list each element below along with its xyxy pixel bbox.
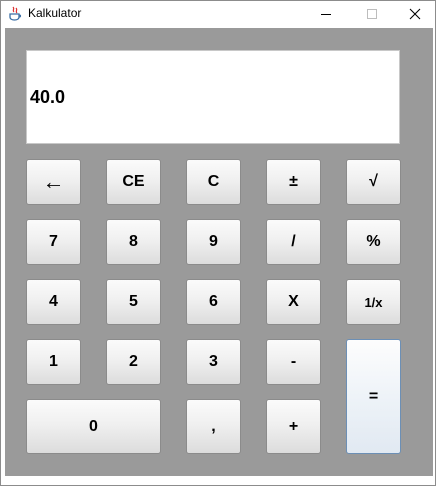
digit-5-button[interactable]: 5 (106, 279, 161, 325)
java-app-icon (9, 6, 22, 21)
clear-entry-button[interactable]: CE (106, 159, 161, 205)
digit-8-button[interactable]: 8 (106, 219, 161, 265)
divide-button[interactable]: / (266, 219, 321, 265)
maximize-button[interactable] (349, 1, 395, 27)
maximize-icon (367, 9, 377, 19)
digit-6-button[interactable]: 6 (186, 279, 241, 325)
clear-button[interactable]: C (186, 159, 241, 205)
minus-button[interactable]: - (266, 339, 321, 385)
calculator-panel: 40.0 ← CE C ± √ 7 8 9 / % 4 5 6 X 1/x 1 … (5, 28, 433, 476)
window-title: Kalkulator (28, 6, 82, 20)
digit-0-button[interactable]: 0 (26, 399, 161, 454)
digit-1-button[interactable]: 1 (26, 339, 81, 385)
reciprocal-button[interactable]: 1/x (346, 279, 401, 325)
window-bottom-border (1, 476, 435, 485)
multiply-button[interactable]: X (266, 279, 321, 325)
display-value: 40.0 (30, 87, 66, 107)
square-root-button[interactable]: √ (346, 159, 401, 205)
plus-button[interactable]: + (266, 399, 321, 454)
percent-button[interactable]: % (346, 219, 401, 265)
result-display: 40.0 (26, 50, 400, 144)
minimize-button[interactable] (303, 1, 349, 27)
title-bar: Kalkulator (1, 1, 435, 27)
calculator-window: Kalkulator 40.0 ← CE C ± √ 7 8 9 / % 4 5… (0, 0, 436, 486)
equals-button[interactable]: = (346, 339, 401, 454)
digit-4-button[interactable]: 4 (26, 279, 81, 325)
digit-3-button[interactable]: 3 (186, 339, 241, 385)
digit-2-button[interactable]: 2 (106, 339, 161, 385)
plus-minus-button[interactable]: ± (266, 159, 321, 205)
close-button[interactable] (395, 1, 435, 27)
minimize-icon (321, 14, 331, 15)
close-icon (409, 8, 421, 20)
digit-7-button[interactable]: 7 (26, 219, 81, 265)
backspace-button[interactable]: ← (26, 159, 81, 205)
digit-9-button[interactable]: 9 (186, 219, 241, 265)
decimal-comma-button[interactable]: , (186, 399, 241, 454)
